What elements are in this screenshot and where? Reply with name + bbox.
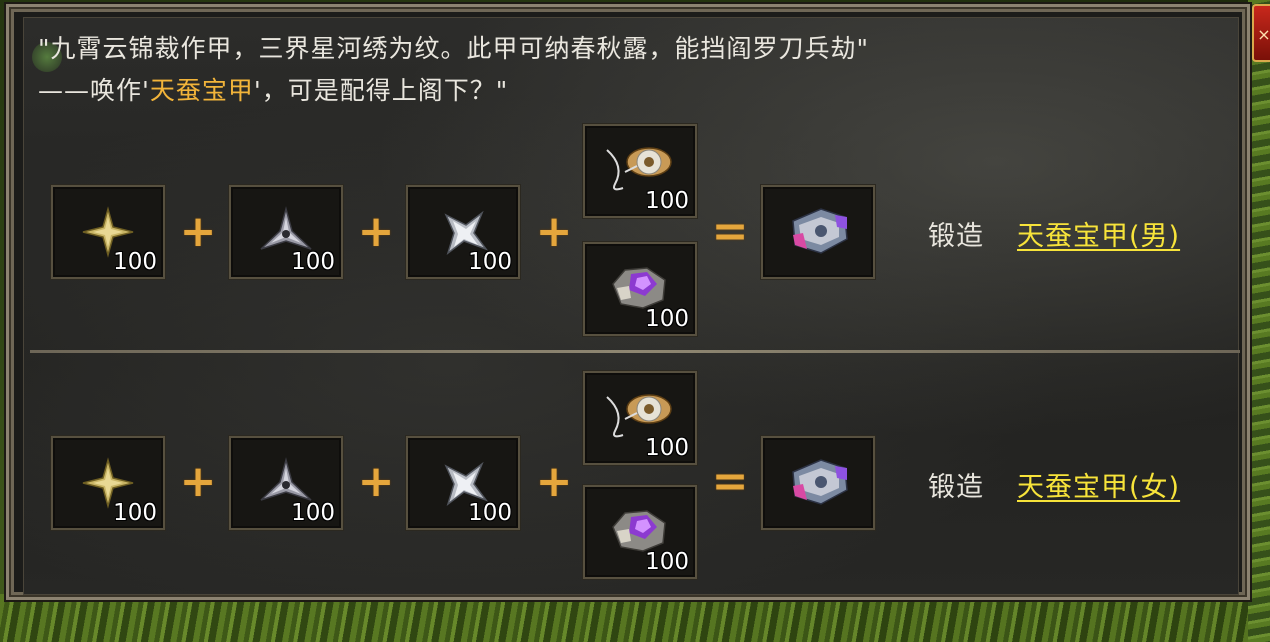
item-quantity: 100 xyxy=(113,500,157,526)
plus-sign: + xyxy=(179,456,217,507)
item-quantity: 100 xyxy=(291,249,335,275)
ingredient-slot[interactable]: 100 xyxy=(406,436,520,530)
result-slot[interactable] xyxy=(761,185,875,279)
plus-sign: + xyxy=(535,456,573,507)
item-quantity: 100 xyxy=(645,435,689,461)
plus-sign: + xyxy=(179,206,217,257)
alternative-slot[interactable]: 100 xyxy=(583,371,697,465)
silkworm-armor-icon xyxy=(792,208,848,254)
close-button[interactable]: × xyxy=(1252,4,1270,62)
background-grass xyxy=(0,594,1270,642)
background-grass-right xyxy=(1248,0,1270,642)
ingredient-slot[interactable]: 100 xyxy=(51,185,165,279)
item-quantity: 100 xyxy=(468,249,512,275)
item-quantity: 100 xyxy=(113,249,157,275)
quote-line-2-prefix: ——唤作' xyxy=(38,76,150,105)
item-quantity: 100 xyxy=(468,500,512,526)
ingredient-slot[interactable]: 100 xyxy=(406,185,520,279)
plus-sign: + xyxy=(535,206,573,257)
alternative-slot[interactable]: 100 xyxy=(583,124,697,218)
quote-line-2: ——唤作'天蚕宝甲'，可是配得上阁下？" xyxy=(38,70,869,112)
recipe-divider xyxy=(30,350,1240,353)
item-quantity: 100 xyxy=(645,306,689,332)
forge-label: 锻造 xyxy=(928,221,984,252)
ingredient-slot[interactable]: 100 xyxy=(51,436,165,530)
plus-sign: + xyxy=(357,206,395,257)
result-slot[interactable] xyxy=(761,436,875,530)
equals-sign: = xyxy=(711,456,749,507)
item-quantity: 100 xyxy=(645,188,689,214)
ingredient-slot[interactable]: 100 xyxy=(229,185,343,279)
quote-line-1: "九霄云锦裁作甲，三界星河绣为纹。此甲可纳春秋露，能挡阎罗刀兵劫" xyxy=(38,34,870,63)
plus-sign: + xyxy=(357,456,395,507)
alternative-slot[interactable]: 100 xyxy=(583,242,697,336)
ingredient-slot[interactable]: 100 xyxy=(229,436,343,530)
dialog-quote: "九霄云锦裁作甲，三界星河绣为纹。此甲可纳春秋露，能挡阎罗刀兵劫" ——唤作'天… xyxy=(38,28,869,112)
forge-male-armor-link[interactable]: 天蚕宝甲(男) xyxy=(1017,214,1180,253)
forge-female-armor-link[interactable]: 天蚕宝甲(女) xyxy=(1017,465,1180,504)
silkworm-armor-icon xyxy=(792,459,848,505)
alternative-slot[interactable]: 100 xyxy=(583,485,697,579)
quote-line-2-suffix: '，可是配得上阁下？" xyxy=(253,76,509,105)
item-quantity: 100 xyxy=(291,500,335,526)
equals-sign: = xyxy=(711,206,749,257)
forge-label: 锻造 xyxy=(928,472,984,503)
quote-item-name: 天蚕宝甲 xyxy=(149,76,254,105)
item-quantity: 100 xyxy=(645,549,689,575)
